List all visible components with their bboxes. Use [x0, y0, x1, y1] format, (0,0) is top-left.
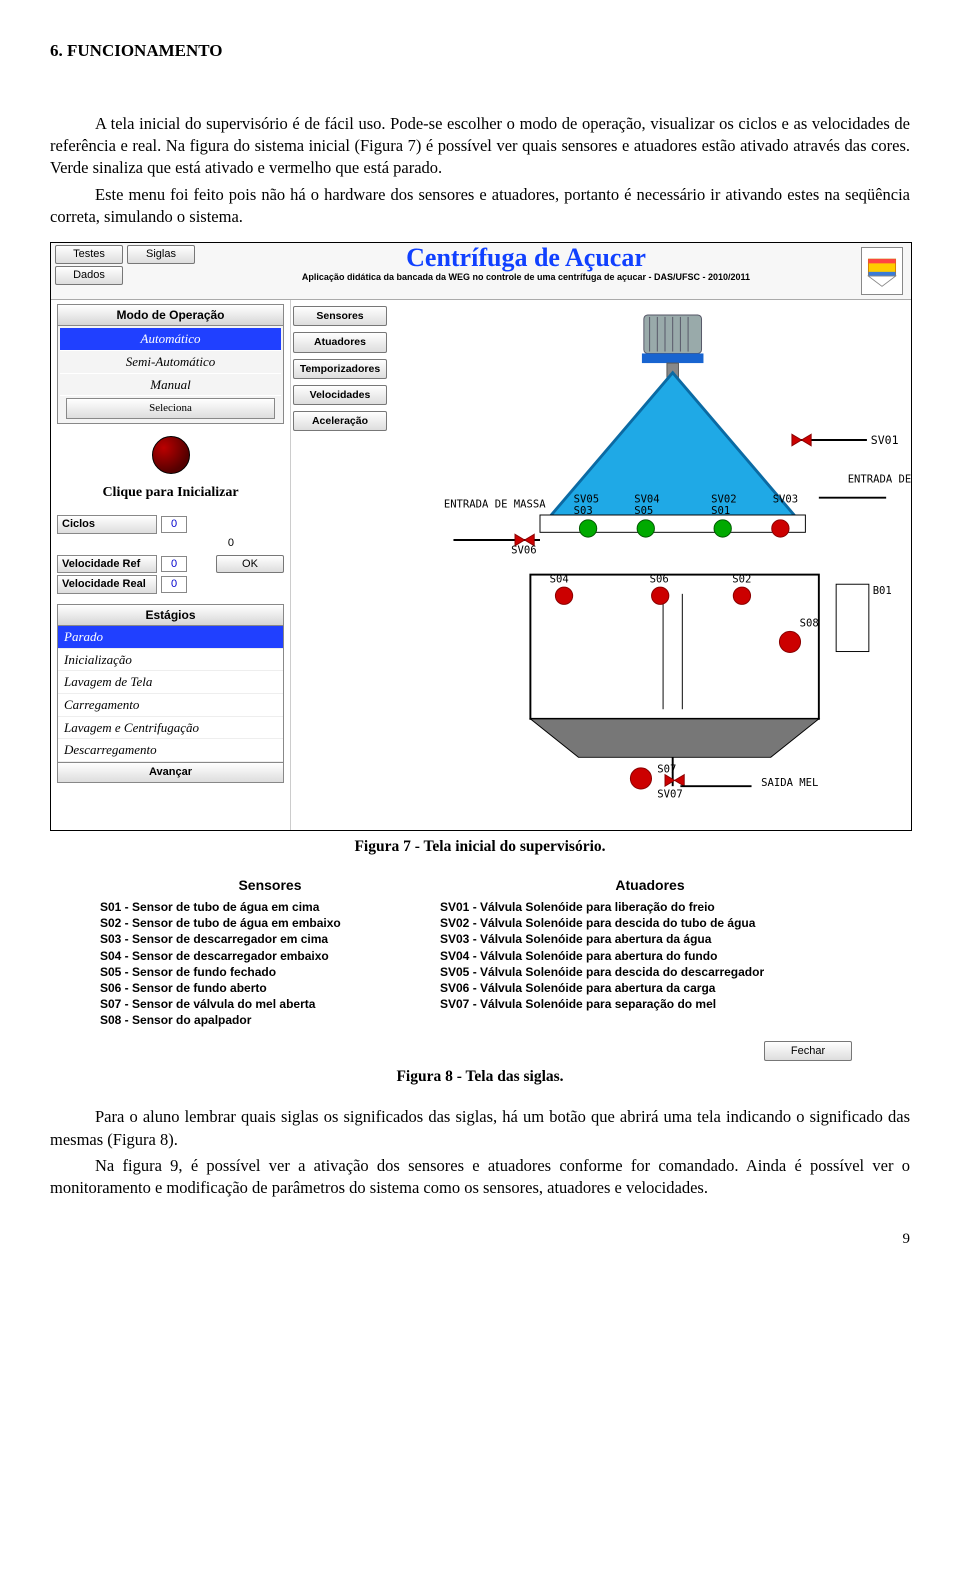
- svg-text:S04: S04: [550, 574, 569, 586]
- svg-text:S01: S01: [711, 505, 730, 517]
- top-toolbar: Testes Dados Siglas Centrífuga de Açucar…: [51, 243, 911, 300]
- section-heading: 6. FUNCIONAMENTO: [50, 40, 910, 63]
- figure-7: Testes Dados Siglas Centrífuga de Açucar…: [50, 242, 910, 831]
- ciclos-value: 0: [161, 516, 187, 533]
- stage-descarregamento[interactable]: Descarregamento: [58, 739, 283, 762]
- svg-text:B01: B01: [873, 585, 892, 597]
- svg-text:SAIDA MEL: SAIDA MEL: [761, 777, 818, 789]
- siglas-sensores-header: Sensores: [100, 876, 440, 895]
- fechar-button[interactable]: Fechar: [764, 1041, 852, 1062]
- paragraph-3: Para o aluno lembrar quais siglas os sig…: [50, 1106, 910, 1151]
- siglas-window: Sensores Atuadores S01 - Sensor de tubo …: [100, 876, 860, 1061]
- vel-ref-value: 0: [161, 556, 187, 573]
- sigla-sv07: SV07 - Válvula Solenóide para separação …: [440, 996, 860, 1012]
- supervisory-window: Testes Dados Siglas Centrífuga de Açucar…: [50, 242, 912, 831]
- seleciona-button[interactable]: Seleciona: [66, 398, 275, 419]
- modo-automatico[interactable]: Automático: [60, 328, 281, 351]
- sigla-s05: S05 - Sensor de fundo fechado: [100, 964, 440, 980]
- vel-real-label: Velocidade Real: [57, 575, 157, 594]
- svg-text:S05: S05: [634, 505, 653, 517]
- svg-text:SV05: SV05: [574, 494, 599, 506]
- left-panel: Modo de Operação Automático Semi-Automát…: [51, 300, 291, 830]
- crest-icon: [861, 247, 903, 295]
- svg-text:SV03: SV03: [773, 494, 798, 506]
- svg-text:ENTRADA DE MASSA: ENTRADA DE MASSA: [444, 499, 546, 511]
- svg-text:SV07: SV07: [657, 789, 682, 801]
- aceleracao-button[interactable]: Aceleração: [293, 411, 387, 431]
- figure-7-caption: Figura 7 - Tela inicial do supervisório.: [50, 837, 910, 858]
- centrifuge-diagram: SV01 SV05 S03 SV04 S05 SV02 S01 SV03: [415, 300, 911, 830]
- sigla-sv05: SV05 - Válvula Solenóide para descida do…: [440, 964, 860, 980]
- extra-value: 0: [228, 536, 234, 551]
- figure-8: Sensores Atuadores S01 - Sensor de tubo …: [50, 876, 910, 1061]
- sigla-sv03: SV03 - Válvula Solenóide para abertura d…: [440, 931, 860, 947]
- svg-text:S02: S02: [732, 574, 751, 586]
- menu-column: Sensores Atuadores Temporizadores Veloci…: [291, 300, 415, 830]
- paragraph-2: Este menu foi feito pois não há o hardwa…: [50, 184, 910, 229]
- svg-text:S08: S08: [800, 618, 819, 630]
- stage-parado[interactable]: Parado: [58, 626, 283, 649]
- svg-text:ENTRADA DE AGUA: ENTRADA DE AGUA: [848, 474, 915, 486]
- svg-text:SV04: SV04: [634, 494, 659, 506]
- paragraph-4: Na figura 9, é possível ver a ativação d…: [50, 1155, 910, 1200]
- stage-carregamento[interactable]: Carregamento: [58, 694, 283, 717]
- svg-text:SV06: SV06: [511, 545, 536, 557]
- siglas-atuadores-header: Atuadores: [440, 876, 860, 895]
- sigla-s04: S04 - Sensor de descarregador embaixo: [100, 948, 440, 964]
- modo-header: Modo de Operação: [58, 305, 283, 326]
- paragraph-1: A tela inicial do supervisório é de fáci…: [50, 113, 910, 180]
- estagios-header: Estágios: [58, 605, 283, 626]
- svg-text:S06: S06: [650, 574, 669, 586]
- sigla-s08: S08 - Sensor do apalpador: [100, 1012, 440, 1028]
- dados-button[interactable]: Dados: [55, 266, 123, 285]
- vel-real-value: 0: [161, 576, 187, 593]
- stage-inicializacao[interactable]: Inicialização: [58, 649, 283, 672]
- app-title: Centrífuga de Açucar: [199, 245, 853, 271]
- modo-manual[interactable]: Manual: [60, 374, 281, 397]
- velocidades-button[interactable]: Velocidades: [293, 385, 387, 405]
- app-subtitle: Aplicação didática da bancada da WEG no …: [199, 271, 853, 283]
- temporizadores-button[interactable]: Temporizadores: [293, 359, 387, 379]
- modo-semi-automatico[interactable]: Semi-Automático: [60, 351, 281, 374]
- siglas-button[interactable]: Siglas: [127, 245, 195, 264]
- stage-lavagem-centrifugacao[interactable]: Lavagem e Centrifugação: [58, 717, 283, 740]
- status-led-icon: [152, 436, 190, 474]
- figure-8-caption: Figura 8 - Tela das siglas.: [50, 1067, 910, 1088]
- stage-lavagem-tela[interactable]: Lavagem de Tela: [58, 671, 283, 694]
- sigla-s01: S01 - Sensor de tubo de água em cima: [100, 899, 440, 915]
- sigla-s07: S07 - Sensor de válvula do mel aberta: [100, 996, 440, 1012]
- sigla-sv04: SV04 - Válvula Solenóide para abertura d…: [440, 948, 860, 964]
- sigla-s06: S06 - Sensor de fundo aberto: [100, 980, 440, 996]
- avancar-button[interactable]: Avançar: [58, 762, 283, 782]
- svg-text:SV02: SV02: [711, 494, 736, 506]
- sensores-button[interactable]: Sensores: [293, 306, 387, 326]
- inicializar-label[interactable]: Clique para Inicializar: [57, 480, 284, 513]
- page-number: 9: [50, 1229, 910, 1249]
- sigla-sv02: SV02 - Válvula Solenóide para descida do…: [440, 915, 860, 931]
- svg-text:S07: S07: [657, 764, 676, 776]
- vel-ref-label: Velocidade Ref: [57, 555, 157, 574]
- sigla-sv06: SV06 - Válvula Solenóide para abertura d…: [440, 980, 860, 996]
- modo-operacao-panel: Modo de Operação Automático Semi-Automát…: [57, 304, 284, 424]
- sigla-s02: S02 - Sensor de tubo de água em embaixo: [100, 915, 440, 931]
- ok-button[interactable]: OK: [216, 555, 284, 574]
- diag-sv01-label: SV01: [871, 433, 899, 447]
- ciclos-label: Ciclos: [57, 515, 157, 534]
- estagios-panel: Estágios Parado Inicialização Lavagem de…: [57, 604, 284, 782]
- atuadores-button[interactable]: Atuadores: [293, 332, 387, 352]
- svg-text:S03: S03: [574, 505, 593, 517]
- sigla-sv01: SV01 - Válvula Solenóide para liberação …: [440, 899, 860, 915]
- sigla-s03: S03 - Sensor de descarregador em cima: [100, 931, 440, 947]
- testes-button[interactable]: Testes: [55, 245, 123, 264]
